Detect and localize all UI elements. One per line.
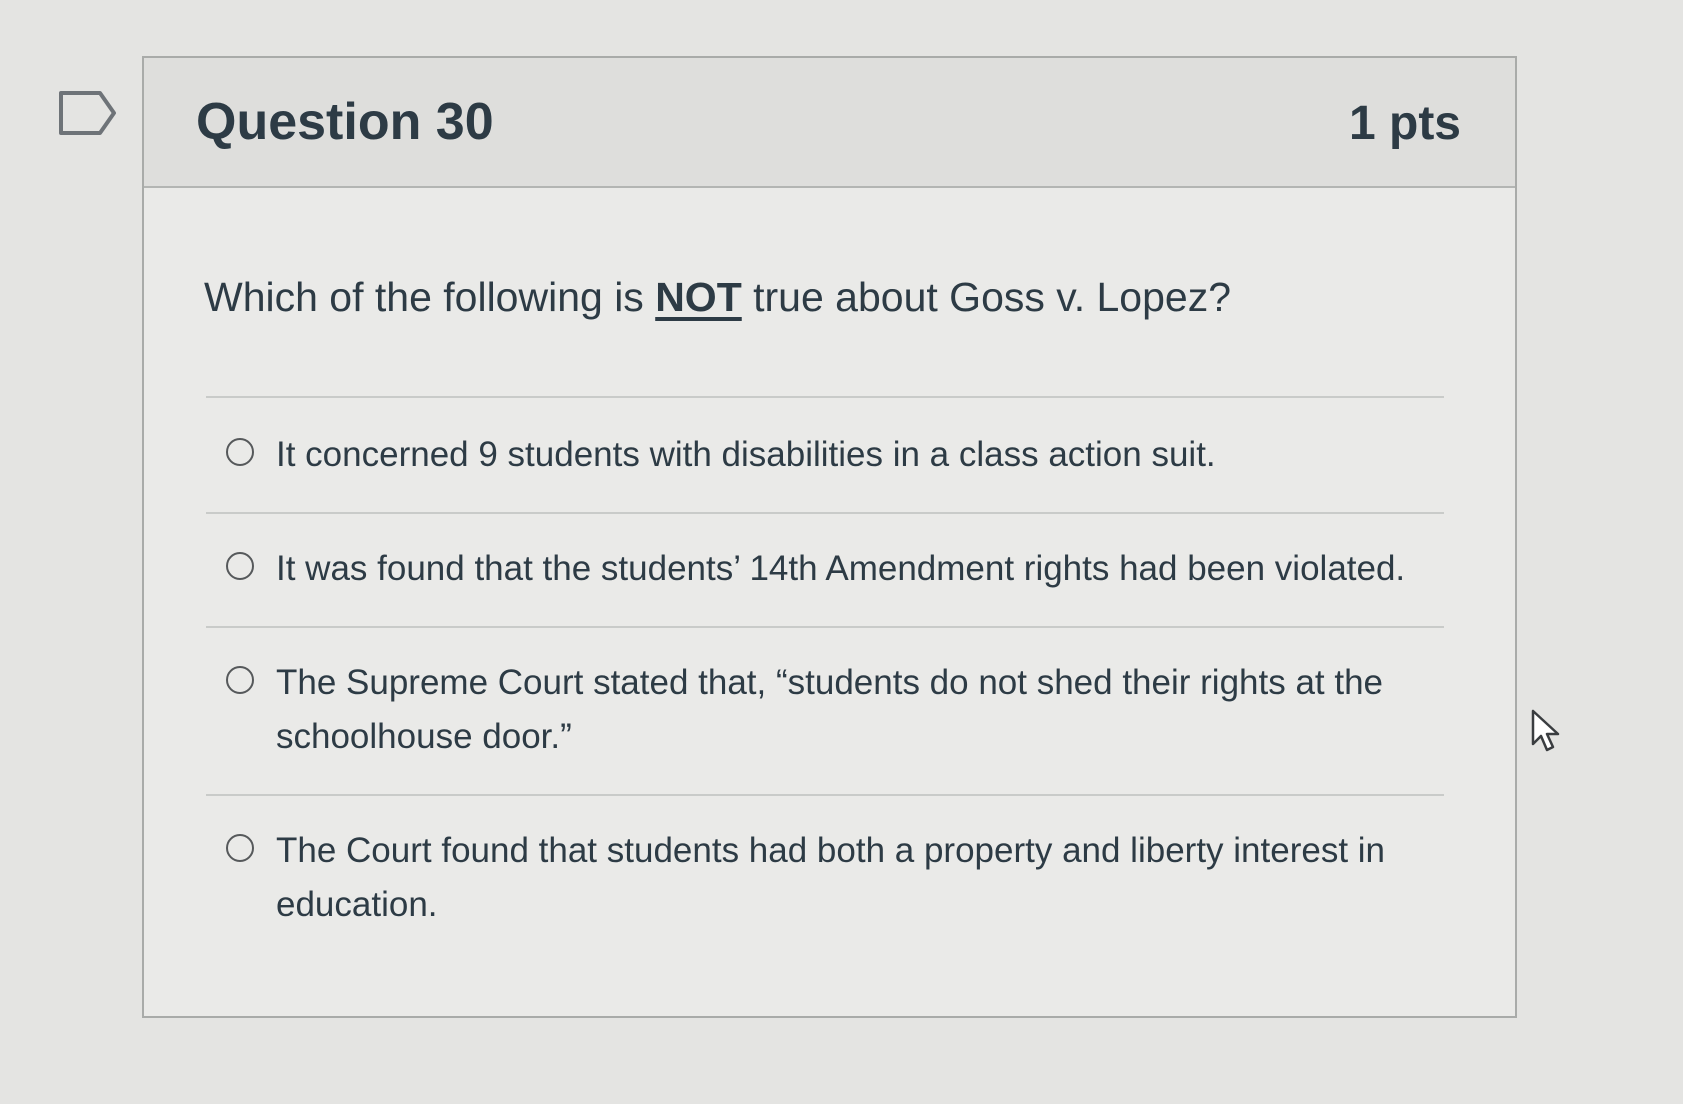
radio-button-icon[interactable] [226,552,254,580]
question-prompt-start: Which of the following is [204,274,656,320]
radio-button-icon[interactable] [226,438,254,466]
answer-option-3[interactable]: The Supreme Court stated that, “students… [206,628,1444,794]
question-points: 1 pts [1348,97,1461,150]
answer-option-4[interactable]: The Court found that students had both a… [206,796,1444,962]
mouse-pointer-icon [1531,709,1560,752]
question-prompt-end: true about Goss v. Lopez? [741,274,1232,320]
answer-option-1[interactable]: It concerned 9 students with disabilitie… [206,398,1444,512]
question-card: Question 30 1 pts Which of the following… [142,56,1517,1018]
question-prompt: Which of the following is NOT true about… [204,274,1231,321]
radio-button-icon[interactable] [226,834,254,862]
answer-label: The Supreme Court stated that, “students… [276,663,1384,756]
answer-label: It concerned 9 students with disabilitie… [276,435,1216,474]
answer-label: The Court found that students had both a… [276,831,1386,924]
flag-question-icon[interactable] [58,90,118,136]
question-header: Question 30 1 pts [144,58,1515,188]
question-title: Question 30 [196,93,494,151]
radio-button-icon[interactable] [226,666,254,694]
answer-label: It was found that the students’ 14th Ame… [276,549,1406,588]
answer-list: It concerned 9 students with disabilitie… [206,396,1444,962]
question-prompt-emphasis: NOT [655,274,742,320]
answer-option-2[interactable]: It was found that the students’ 14th Ame… [206,514,1444,626]
